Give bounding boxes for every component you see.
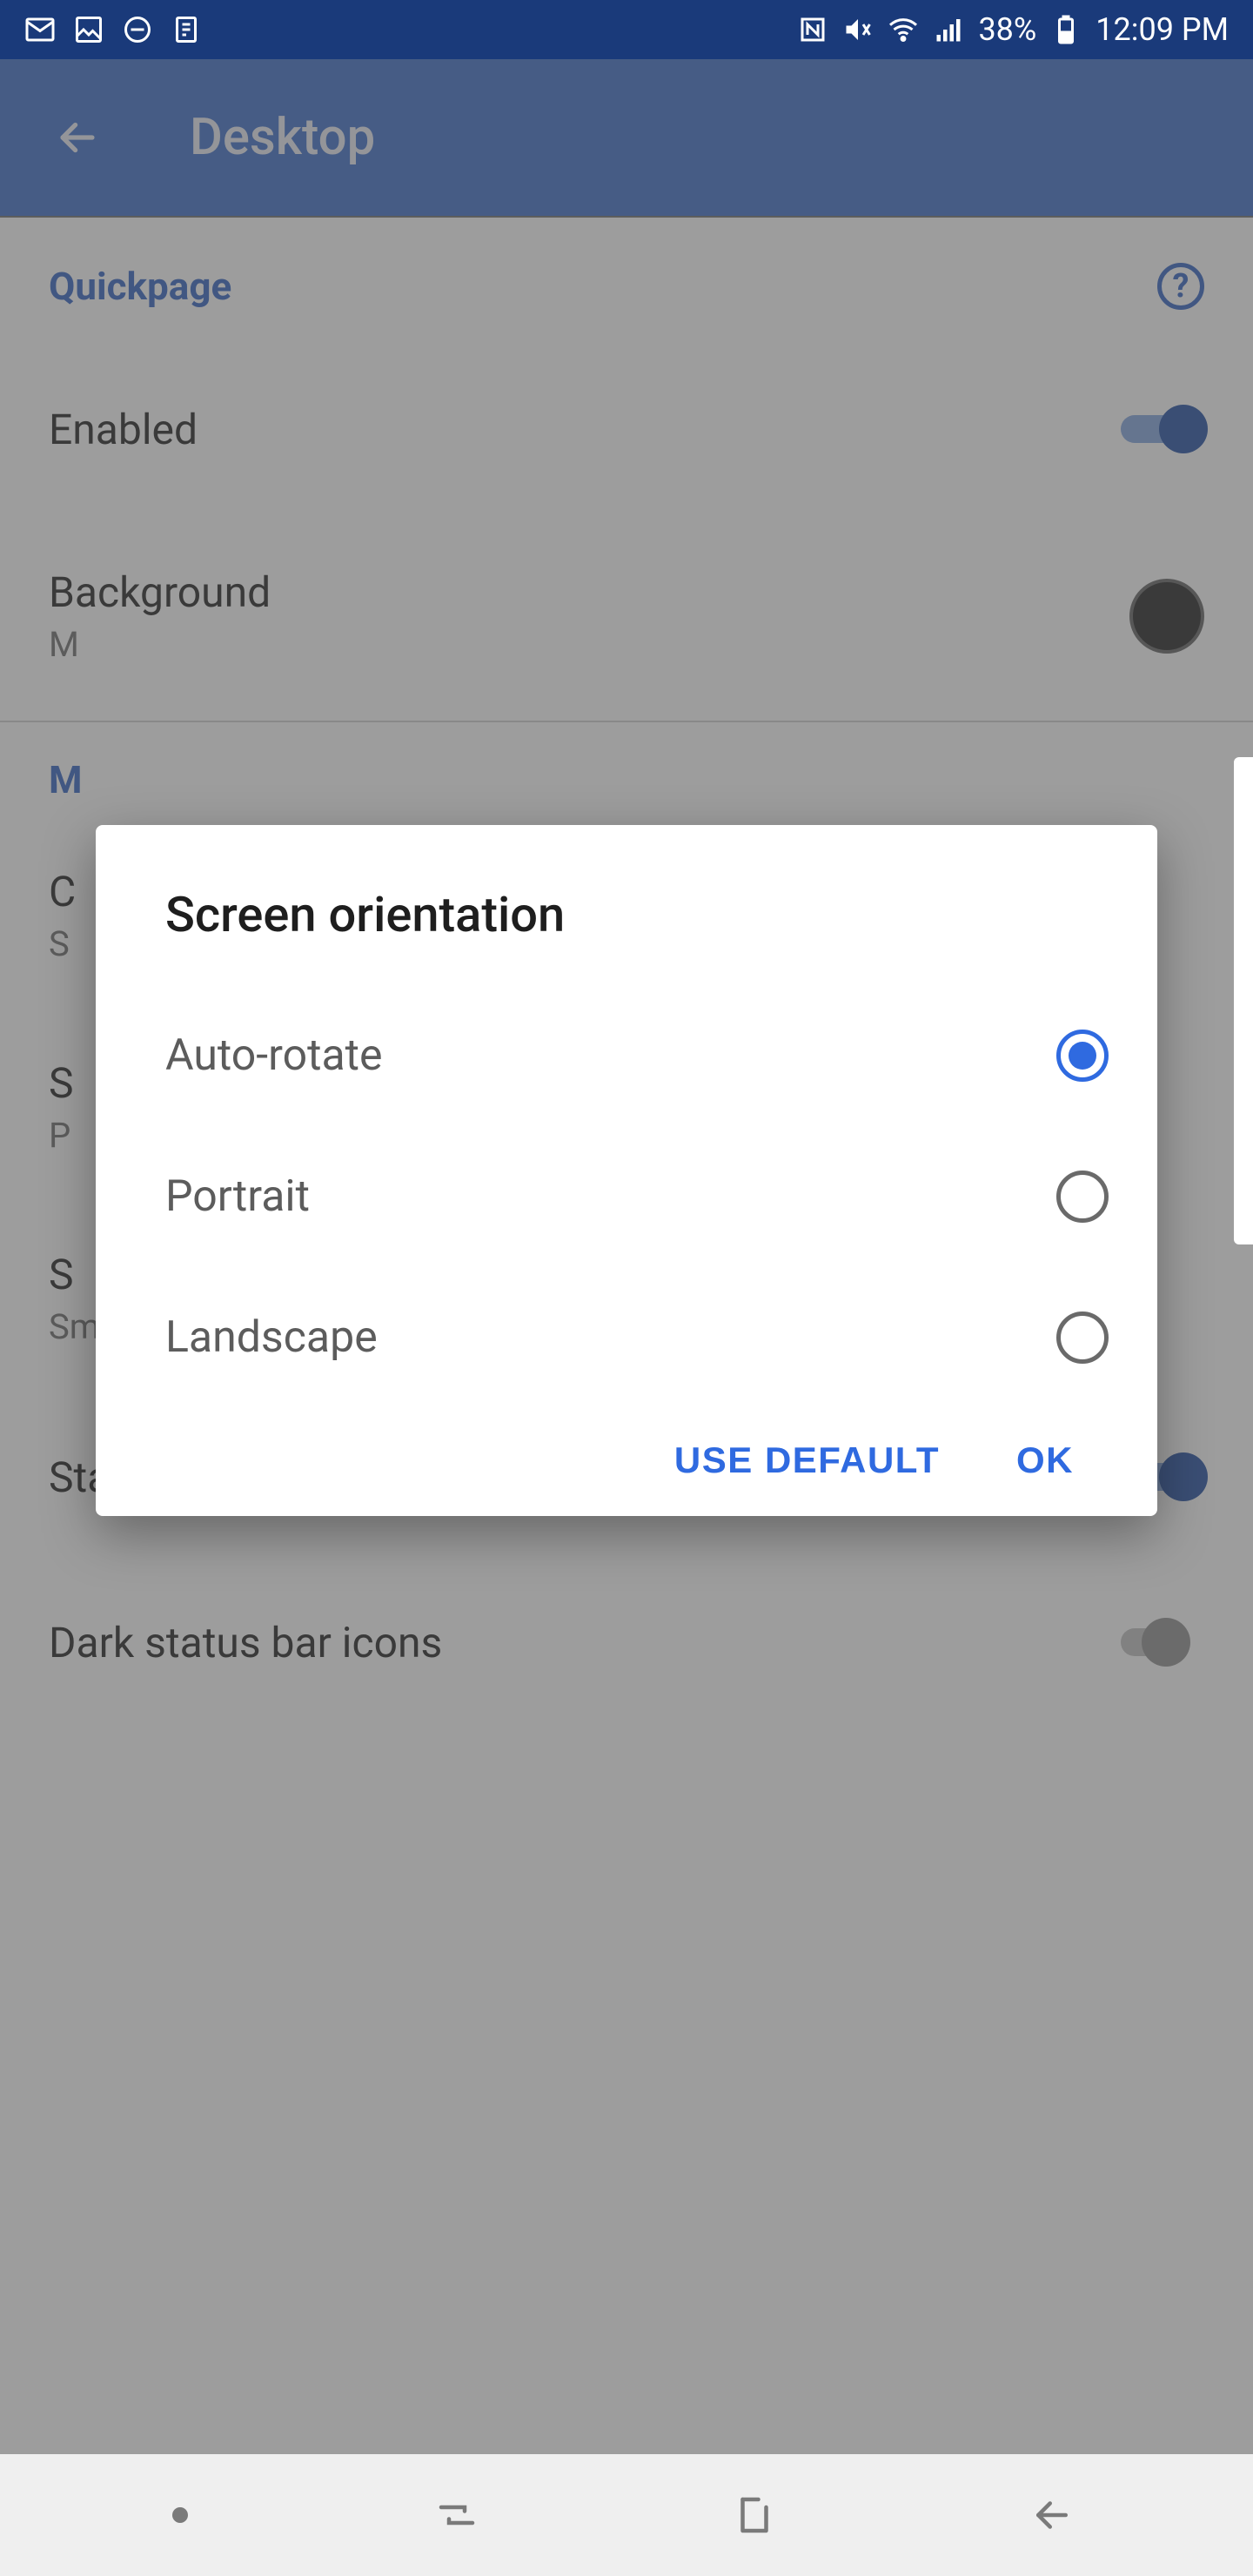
status-left-icons: [24, 14, 202, 45]
dialog-title: Screen orientation: [165, 886, 1109, 943]
radio-option-landscape[interactable]: Landscape: [165, 1267, 1109, 1408]
dialog-screen-orientation: Screen orientation Auto-rotate Portrait …: [96, 825, 1157, 1516]
image-icon: [73, 14, 104, 45]
nfc-icon: [797, 14, 828, 45]
mute-icon: [842, 14, 874, 45]
radio-label: Auto-rotate: [165, 1030, 383, 1081]
dnd-icon: [122, 14, 153, 45]
battery-icon: [1050, 14, 1082, 45]
back-button[interactable]: [1023, 2492, 1081, 2539]
radio-button-unchecked-icon[interactable]: [1056, 1171, 1109, 1223]
nav-indicator-icon: [172, 2507, 188, 2523]
clock: 12:09 PM: [1096, 11, 1229, 48]
battery-percent: 38%: [978, 11, 1036, 48]
scroll-indicator: [1234, 757, 1253, 1244]
recents-button[interactable]: [428, 2492, 486, 2539]
radio-button-unchecked-icon[interactable]: [1056, 1311, 1109, 1364]
dialog-actions: USE DEFAULT OK: [165, 1439, 1109, 1481]
ok-button[interactable]: OK: [1016, 1439, 1074, 1481]
navigation-bar: [0, 2454, 1253, 2576]
status-bar: 38% 12:09 PM: [0, 0, 1253, 59]
signal-icon: [933, 14, 964, 45]
radio-option-portrait[interactable]: Portrait: [165, 1126, 1109, 1267]
wifi-icon: [888, 14, 919, 45]
radio-label: Portrait: [165, 1171, 310, 1222]
gmail-icon: [24, 14, 56, 45]
radio-button-checked-icon[interactable]: [1056, 1030, 1109, 1082]
status-right-icons: 38% 12:09 PM: [797, 11, 1229, 48]
radio-label: Landscape: [165, 1312, 378, 1363]
home-button[interactable]: [726, 2492, 783, 2539]
radio-option-auto-rotate[interactable]: Auto-rotate: [165, 985, 1109, 1126]
use-default-button[interactable]: USE DEFAULT: [674, 1439, 940, 1481]
sim-icon: [171, 14, 202, 45]
